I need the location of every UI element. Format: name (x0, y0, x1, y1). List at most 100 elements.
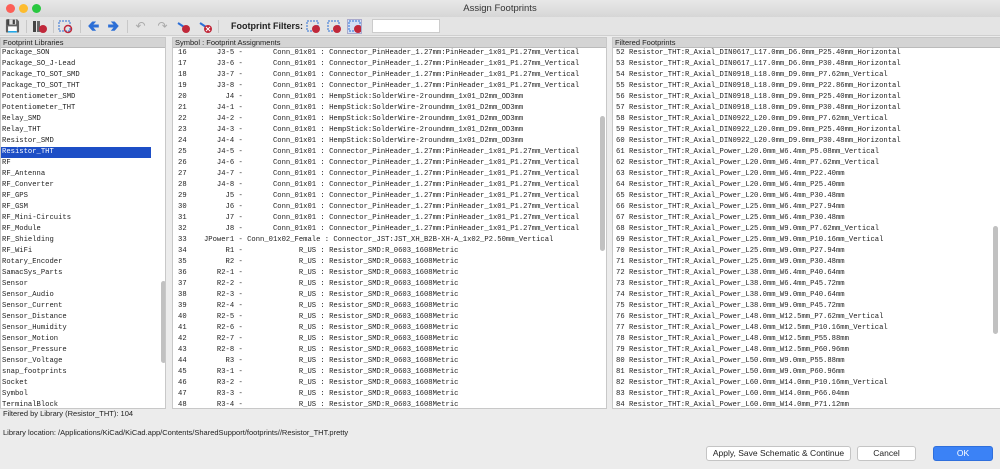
library-item[interactable]: RF_GPS (1, 191, 151, 202)
assignment-row[interactable]: 16 J3-5 - Conn_01x01 : Connector_PinHead… (173, 48, 606, 59)
library-item[interactable]: Package_TO_SOT_THT (1, 81, 151, 92)
assignment-row[interactable]: 28 J4-8 - Conn_01x01 : Connector_PinHead… (173, 180, 606, 191)
library-item[interactable]: RF_Converter (1, 180, 151, 191)
next-arrow-icon[interactable]: 🢂 (106, 19, 121, 34)
assignment-row[interactable]: 44 R3 - R_US : Resistor_SMD:R_0603_1608M… (173, 356, 606, 367)
library-item[interactable]: Sensor_Current (1, 301, 151, 312)
library-item[interactable]: Sensor_Audio (1, 290, 151, 301)
assignment-row[interactable]: 48 R3-4 - R_US : Resistor_SMD:R_0603_160… (173, 400, 606, 408)
assignment-row[interactable]: 37 R2-2 - R_US : Resistor_SMD:R_0603_160… (173, 279, 606, 290)
library-item[interactable]: Sensor_Pressure (1, 345, 151, 356)
library-item[interactable]: Sensor_Voltage (1, 356, 151, 367)
filtered-footprint-item[interactable]: 62 Resistor_THT:R_Axial_Power_L20.0mm_W6… (616, 158, 1000, 169)
filtered-footprint-item[interactable]: 82 Resistor_THT:R_Axial_Power_L60.0mm_W1… (616, 378, 1000, 389)
filtered-footprint-item[interactable]: 59 Resistor_THT:R_Axial_DIN0922_L20.0mm_… (616, 125, 1000, 136)
undo-icon[interactable]: ↶ (133, 19, 148, 34)
assignment-row[interactable]: 47 R3-3 - R_US : Resistor_SMD:R_0603_160… (173, 389, 606, 400)
view-footprint-icon[interactable] (58, 19, 73, 34)
filtered-footprint-item[interactable]: 80 Resistor_THT:R_Axial_Power_L50.0mm_W9… (616, 356, 1000, 367)
filtered-footprint-item[interactable]: 55 Resistor_THT:R_Axial_DIN0918_L18.0mm_… (616, 81, 1000, 92)
assignment-row[interactable]: 20 J4 - Conn_01x01 : HempStick:SolderWir… (173, 92, 606, 103)
assignment-row[interactable]: 22 J4-2 - Conn_01x01 : HempStick:SolderW… (173, 114, 606, 125)
cancel-button[interactable]: Cancel (857, 446, 916, 461)
filtered-footprint-item[interactable]: 71 Resistor_THT:R_Axial_Power_L25.0mm_W9… (616, 257, 1000, 268)
close-window-button[interactable] (6, 4, 15, 13)
library-item[interactable]: RF_WiFi (1, 246, 151, 257)
library-item[interactable]: Package_SON (1, 48, 151, 59)
library-item[interactable]: Relay_SMD (1, 114, 151, 125)
assignment-row[interactable]: 38 R2-3 - R_US : Resistor_SMD:R_0603_160… (173, 290, 606, 301)
assignments-scrollbar[interactable] (600, 116, 605, 251)
library-table-icon[interactable] (32, 19, 47, 34)
library-item[interactable]: RF_Shielding (1, 235, 151, 246)
apply-save-continue-button[interactable]: Apply, Save Schematic & Continue (706, 446, 851, 461)
filtered-footprint-item[interactable]: 76 Resistor_THT:R_Axial_Power_L48.0mm_W1… (616, 312, 1000, 323)
filter-by-library-icon[interactable] (347, 19, 362, 34)
filtered-footprint-item[interactable]: 64 Resistor_THT:R_Axial_Power_L20.0mm_W6… (616, 180, 1000, 191)
filtered-footprint-item[interactable]: 67 Resistor_THT:R_Axial_Power_L25.0mm_W6… (616, 213, 1000, 224)
assignment-row[interactable]: 30 J6 - Conn_01x01 : Connector_PinHeader… (173, 202, 606, 213)
library-item[interactable]: Rotary_Encoder (1, 257, 151, 268)
filter-by-pin-count-icon[interactable] (327, 19, 342, 34)
filtered-footprint-item[interactable]: 53 Resistor_THT:R_Axial_DIN0617_L17.0mm_… (616, 59, 1000, 70)
filtered-footprint-item[interactable]: 75 Resistor_THT:R_Axial_Power_L38.0mm_W9… (616, 301, 1000, 312)
assignment-row[interactable]: 41 R2-6 - R_US : Resistor_SMD:R_0603_160… (173, 323, 606, 334)
assignment-row[interactable]: 19 J3-8 - Conn_01x01 : Connector_PinHead… (173, 81, 606, 92)
library-item[interactable]: Sensor_Humidity (1, 323, 151, 334)
assignment-row[interactable]: 25 J4-5 - Conn_01x01 : Connector_PinHead… (173, 147, 606, 158)
filtered-footprint-item[interactable]: 68 Resistor_THT:R_Axial_Power_L25.0mm_W9… (616, 224, 1000, 235)
assignment-row[interactable]: 40 R2-5 - R_US : Resistor_SMD:R_0603_160… (173, 312, 606, 323)
library-item[interactable]: RF (1, 158, 151, 169)
filtered-footprint-item[interactable]: 77 Resistor_THT:R_Axial_Power_L48.0mm_W1… (616, 323, 1000, 334)
filter-by-keywords-icon[interactable] (306, 19, 321, 34)
filtered-footprint-item[interactable]: 74 Resistor_THT:R_Axial_Power_L38.0mm_W9… (616, 290, 1000, 301)
library-item[interactable]: Package_SO_J-Lead (1, 59, 151, 70)
assignment-row[interactable]: 45 R3-1 - R_US : Resistor_SMD:R_0603_160… (173, 367, 606, 378)
library-item[interactable]: SamacSys_Parts (1, 268, 151, 279)
assignment-row[interactable]: 46 R3-2 - R_US : Resistor_SMD:R_0603_160… (173, 378, 606, 389)
filtered-footprint-item[interactable]: 78 Resistor_THT:R_Axial_Power_L48.0mm_W1… (616, 334, 1000, 345)
filtered-footprint-item[interactable]: 84 Resistor_THT:R_Axial_Power_L60.0mm_W1… (616, 400, 1000, 408)
library-item[interactable]: Sensor_Distance (1, 312, 151, 323)
library-item[interactable]: Resistor_SMD (1, 136, 151, 147)
filtered-footprint-item[interactable]: 72 Resistor_THT:R_Axial_Power_L38.0mm_W6… (616, 268, 1000, 279)
library-item[interactable]: Relay_THT (1, 125, 151, 136)
assignment-row[interactable]: 27 J4-7 - Conn_01x01 : Connector_PinHead… (173, 169, 606, 180)
auto-associate-icon[interactable] (176, 19, 191, 34)
filtered-footprint-item[interactable]: 65 Resistor_THT:R_Axial_Power_L20.0mm_W6… (616, 191, 1000, 202)
redo-icon[interactable]: ↷ (155, 19, 170, 34)
library-item[interactable]: Potentiometer_THT (1, 103, 151, 114)
library-item[interactable]: Socket (1, 378, 151, 389)
filtered-footprint-item[interactable]: 57 Resistor_THT:R_Axial_DIN0918_L18.0mm_… (616, 103, 1000, 114)
filtered-footprint-item[interactable]: 63 Resistor_THT:R_Axial_Power_L20.0mm_W6… (616, 169, 1000, 180)
library-item[interactable]: RF_Module (1, 224, 151, 235)
assignment-row[interactable]: 36 R2-1 - R_US : Resistor_SMD:R_0603_160… (173, 268, 606, 279)
assignment-row[interactable]: 24 J4-4 - Conn_01x01 : HempStick:SolderW… (173, 136, 606, 147)
library-item[interactable]: RF_Antenna (1, 169, 151, 180)
assignment-row[interactable]: 21 J4-1 - Conn_01x01 : HempStick:SolderW… (173, 103, 606, 114)
library-item[interactable]: Package_TO_SOT_SMD (1, 70, 151, 81)
library-item[interactable]: Symbol (1, 389, 151, 400)
library-item[interactable]: RF_Mini-Circuits (1, 213, 151, 224)
libraries-scrollbar[interactable] (161, 281, 165, 363)
filtered-footprint-item[interactable]: 60 Resistor_THT:R_Axial_DIN0922_L20.0mm_… (616, 136, 1000, 147)
assignment-row[interactable]: 43 R2-8 - R_US : Resistor_SMD:R_0603_160… (173, 345, 606, 356)
assignment-row[interactable]: 23 J4-3 - Conn_01x01 : HempStick:SolderW… (173, 125, 606, 136)
assignment-row[interactable]: 39 R2-4 - R_US : Resistor_SMD:R_0603_160… (173, 301, 606, 312)
library-item[interactable]: Potentiometer_SMD (1, 92, 151, 103)
filtered-footprint-item[interactable]: 66 Resistor_THT:R_Axial_Power_L25.0mm_W6… (616, 202, 1000, 213)
filtered-footprint-item[interactable]: 79 Resistor_THT:R_Axial_Power_L48.0mm_W1… (616, 345, 1000, 356)
assignment-row[interactable]: 31 J7 - Conn_01x01 : Connector_PinHeader… (173, 213, 606, 224)
minimize-window-button[interactable] (19, 4, 28, 13)
filtered-footprint-item[interactable]: 69 Resistor_THT:R_Axial_Power_L25.0mm_W9… (616, 235, 1000, 246)
filtered-footprint-item[interactable]: 73 Resistor_THT:R_Axial_Power_L38.0mm_W6… (616, 279, 1000, 290)
save-icon[interactable]: 💾 (5, 19, 20, 34)
library-item[interactable]: Resistor_THT (1, 147, 151, 158)
filtered-footprint-item[interactable]: 58 Resistor_THT:R_Axial_DIN0922_L20.0mm_… (616, 114, 1000, 125)
assignment-row[interactable]: 35 R2 - R_US : Resistor_SMD:R_0603_1608M… (173, 257, 606, 268)
library-item[interactable]: snap_footprints (1, 367, 151, 378)
delete-associations-icon[interactable] (198, 19, 213, 34)
filtered-footprint-item[interactable]: 81 Resistor_THT:R_Axial_Power_L50.0mm_W9… (616, 367, 1000, 378)
library-item[interactable]: TerminalBlock (1, 400, 151, 408)
filtered-footprint-item[interactable]: 52 Resistor_THT:R_Axial_DIN0617_L17.0mm_… (616, 48, 1000, 59)
